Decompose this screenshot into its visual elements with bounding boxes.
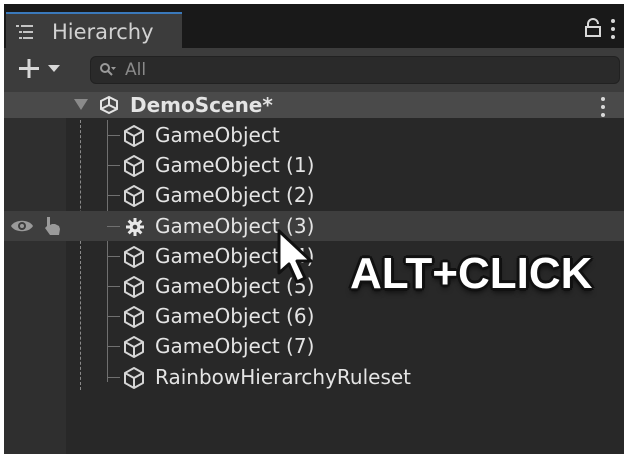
add-object-button[interactable] [14, 54, 74, 84]
cube-icon [122, 154, 146, 178]
unity-scene-icon [98, 95, 120, 115]
hierarchy-row[interactable]: GameObject (7) [4, 331, 624, 361]
scene-menu-icon[interactable] [601, 97, 605, 117]
row-label: GameObject (7) [155, 334, 315, 358]
search-icon [99, 62, 117, 78]
search-input[interactable] [125, 59, 605, 81]
lock-icon[interactable] [584, 18, 602, 38]
hierarchy-row[interactable]: GameObject [4, 120, 624, 150]
cube-icon [122, 335, 146, 359]
toolbar [4, 48, 624, 93]
plus-dropdown-icon [19, 59, 60, 78]
cube-icon [122, 245, 146, 269]
hierarchy-window: Hierarchy All DemoScene* GameObject Game… [4, 4, 624, 454]
cube-icon [122, 124, 146, 148]
alt-click-caption: ALT+CLICK [350, 249, 593, 298]
tab-hierarchy[interactable]: Hierarchy [6, 12, 182, 48]
row-label: GameObject (1) [155, 153, 315, 177]
tree-branch [107, 316, 120, 317]
tree-branch [107, 256, 120, 257]
row-label: RainbowHierarchyRuleset [155, 365, 412, 389]
tree-branch [107, 195, 120, 196]
eye-icon[interactable] [10, 218, 34, 234]
scene-title: DemoScene* [130, 93, 273, 117]
cube-icon [122, 305, 146, 329]
row-label: GameObject [155, 123, 280, 147]
tree-branch [107, 377, 120, 378]
list-icon [16, 24, 34, 43]
tree-branch [107, 135, 120, 136]
tree-branch [107, 226, 120, 227]
search-field[interactable] [90, 56, 620, 84]
row-label: GameObject (6) [155, 304, 315, 328]
hierarchy-row[interactable]: GameObject (6) [4, 301, 624, 331]
tree-branch [107, 165, 120, 166]
tree-branch [107, 346, 120, 347]
row-label: GameObject (2) [155, 183, 315, 207]
tab-bar: Hierarchy [4, 4, 624, 48]
hierarchy-row[interactable]: GameObject (1) [4, 150, 624, 180]
expand-arrow-icon[interactable] [74, 99, 88, 110]
window-menu-icon[interactable] [611, 19, 615, 39]
tab-title: Hierarchy [52, 20, 154, 44]
cube-icon [122, 184, 146, 208]
cube-icon [122, 366, 146, 390]
cube-icon [122, 275, 146, 299]
mouse-cursor-icon [276, 229, 322, 287]
hierarchy-row[interactable]: GameObject (2) [4, 180, 624, 210]
scene-header[interactable]: DemoScene* [4, 92, 624, 118]
hand-pointer-icon[interactable] [42, 215, 64, 237]
hierarchy-row[interactable]: RainbowHierarchyRuleset [4, 362, 624, 392]
tree-branch [107, 286, 120, 287]
gear-icon [125, 217, 145, 237]
